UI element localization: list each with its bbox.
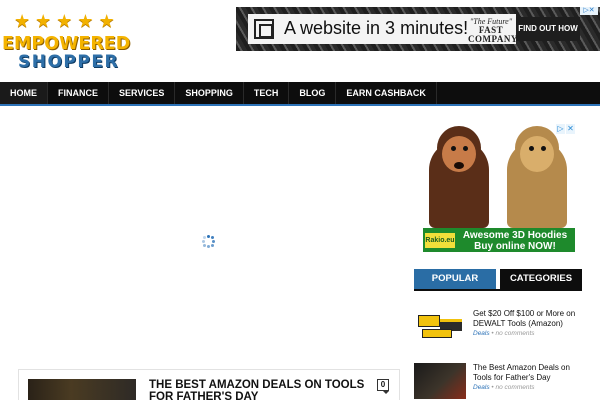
header-ad-headline: A website in 3 minutes! bbox=[284, 18, 469, 38]
sidebar-tabs: POPULAR CATEGORIES bbox=[414, 269, 582, 291]
nav-item-services[interactable]: SERVICES bbox=[109, 82, 176, 104]
post-thumbnail[interactable] bbox=[28, 379, 136, 400]
star-icon: ★ bbox=[14, 11, 31, 31]
sidebar-post-meta: Deals • no comments bbox=[473, 384, 535, 391]
star-icon: ★ bbox=[35, 11, 52, 31]
sidebar-ad-banner-strip: Rakio.eu Awesome 3D Hoodies Buy online N… bbox=[423, 228, 575, 252]
sidebar-post-item[interactable]: The Best Amazon Deals on Tools for Fathe… bbox=[414, 363, 584, 400]
star-icon: ★ bbox=[56, 11, 73, 31]
header-ad-banner[interactable]: A website in 3 minutes! "The Future" FAS… bbox=[236, 7, 600, 51]
header-ad-publication: FAST COMPANY bbox=[468, 25, 518, 44]
sidebar-post-item[interactable]: Get $20 Off $100 or More on DEWALT Tools… bbox=[414, 309, 584, 349]
nav-item-tech[interactable]: TECH bbox=[244, 82, 290, 104]
sidebar-adchoices[interactable]: ▷ ✕ bbox=[556, 124, 576, 134]
nav-item-blog[interactable]: BLOG bbox=[289, 82, 337, 104]
page: ★ ★ ★ ★ ★ EMPOWERED SHOPPER A website in… bbox=[0, 0, 600, 400]
nav-item-shopping[interactable]: SHOPPING bbox=[175, 82, 244, 104]
orangutan-hoodie-image bbox=[423, 126, 495, 228]
rakio-logo: Rakio.eu bbox=[425, 233, 455, 248]
adchoices-icon[interactable]: ▷ bbox=[556, 124, 565, 134]
nav-item-earn-cashback[interactable]: EARN CASHBACK bbox=[336, 82, 437, 104]
sidebar-post-title[interactable]: The Best Amazon Deals on Tools for Fathe… bbox=[473, 363, 583, 383]
sidebar-hoodie-ad[interactable]: Rakio.eu Awesome 3D Hoodies Buy online N… bbox=[423, 124, 575, 252]
logo-stars: ★ ★ ★ ★ ★ bbox=[14, 12, 115, 30]
adchoices-icon[interactable]: ▷✕ bbox=[580, 7, 598, 15]
star-icon: ★ bbox=[98, 11, 115, 31]
tab-popular[interactable]: POPULAR bbox=[414, 269, 496, 289]
site-logo[interactable]: ★ ★ ★ ★ ★ EMPOWERED SHOPPER bbox=[2, 12, 134, 72]
sidebar-post-category[interactable]: Deals bbox=[473, 384, 490, 391]
comment-count-badge[interactable]: 0 bbox=[377, 379, 389, 394]
sidebar-post-category[interactable]: Deals bbox=[473, 330, 490, 337]
post-title[interactable]: THE BEST AMAZON DEALS ON TOOLS FOR FATHE… bbox=[149, 379, 369, 400]
loading-spinner-icon bbox=[202, 235, 215, 248]
nav-item-finance[interactable]: FINANCE bbox=[48, 82, 109, 104]
lion-hoodie-image bbox=[501, 126, 573, 228]
nav-item-home[interactable]: HOME bbox=[0, 82, 48, 104]
header-ad-quote: "The Future" FAST COMPANY bbox=[468, 17, 518, 44]
header-ad-panel: A website in 3 minutes! "The Future" FAS… bbox=[248, 14, 518, 44]
website-builder-logo-icon bbox=[254, 19, 274, 39]
ad-close-icon[interactable]: ✕ bbox=[566, 124, 575, 134]
sidebar-post-comments[interactable]: no comments bbox=[496, 330, 535, 337]
post-card[interactable]: THE BEST AMAZON DEALS ON TOOLS FOR FATHE… bbox=[18, 369, 400, 400]
sidebar-post-title[interactable]: Get $20 Off $100 or More on DEWALT Tools… bbox=[473, 309, 583, 329]
sidebar-post-thumbnail[interactable] bbox=[414, 363, 466, 399]
sidebar-post-comments[interactable]: no comments bbox=[496, 384, 535, 391]
sidebar-ad-text: Awesome 3D Hoodies Buy online NOW! bbox=[462, 230, 568, 252]
find-out-how-button[interactable]: FIND OUT HOW bbox=[516, 17, 580, 41]
logo-text-top: EMPOWERED bbox=[2, 34, 131, 54]
tab-categories[interactable]: CATEGORIES bbox=[500, 269, 582, 289]
logo-text-bottom: SHOPPER bbox=[18, 52, 120, 72]
sidebar-post-meta: Deals • no comments bbox=[473, 330, 535, 337]
main-nav: HOME FINANCE SERVICES SHOPPING TECH BLOG… bbox=[0, 82, 600, 106]
star-icon: ★ bbox=[77, 11, 94, 31]
sidebar-post-thumbnail[interactable] bbox=[414, 309, 466, 345]
